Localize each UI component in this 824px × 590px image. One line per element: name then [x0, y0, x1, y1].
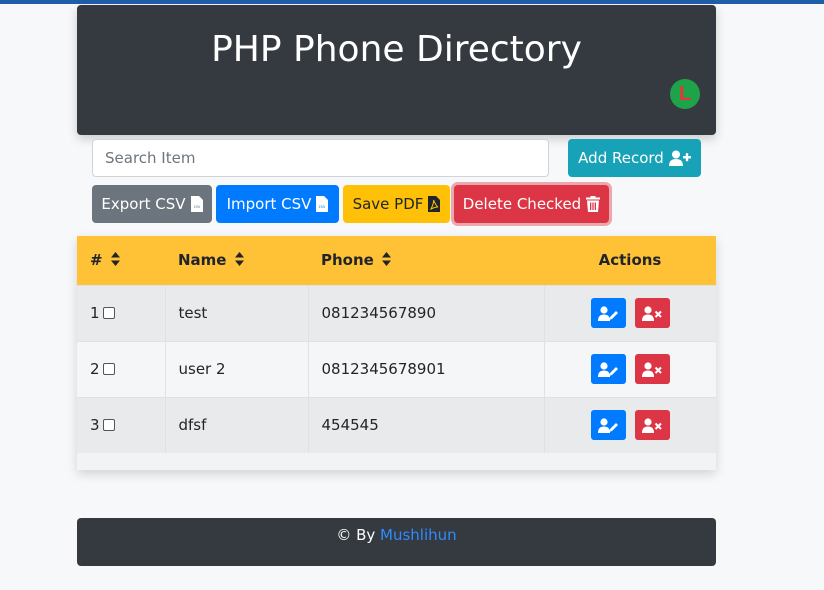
row-actions: [544, 340, 716, 397]
export-csv-button[interactable]: Export CSV csv: [92, 185, 212, 223]
edit-record-button[interactable]: [590, 354, 626, 384]
sort-icon: [234, 252, 244, 267]
csv-file-icon: csv: [190, 196, 203, 212]
row-name: user 2: [165, 340, 309, 397]
sort-icon: [382, 252, 392, 267]
user-edit-icon: [598, 305, 619, 321]
delete-record-button[interactable]: [634, 298, 670, 328]
row-checkbox[interactable]: [102, 363, 115, 375]
table-row: 3 dfsf 454545: [77, 396, 716, 453]
trash-icon: [586, 196, 601, 212]
row-checkbox[interactable]: [102, 419, 115, 432]
page-title: PHP Phone Directory: [211, 29, 582, 70]
import-csv-button[interactable]: Import CSV csv: [216, 185, 339, 223]
table-row: 1 test 081234567890: [77, 284, 716, 341]
row-checkbox[interactable]: [102, 307, 115, 319]
svg-text:csv: csv: [193, 204, 200, 209]
delete-record-button[interactable]: [634, 354, 670, 384]
row-num-cell: 3: [77, 396, 166, 453]
add-record-button[interactable]: Add Record: [568, 139, 701, 177]
edit-record-button[interactable]: [590, 298, 626, 328]
add-record-label: Add Record: [578, 149, 664, 167]
row-phone: 081234567890: [308, 284, 545, 341]
row-num-cell: 1: [77, 284, 166, 341]
row-actions: [544, 284, 716, 341]
user-edit-icon: [598, 361, 619, 377]
row-num: 2: [90, 360, 100, 378]
pdf-file-icon: [428, 196, 441, 212]
search-input[interactable]: [92, 139, 549, 177]
row-name: test: [165, 284, 309, 341]
col-actions-header: Actions: [598, 251, 662, 270]
logo-letter: L: [678, 82, 692, 105]
user-plus-icon: [668, 150, 691, 166]
delete-checked-button[interactable]: Delete Checked: [454, 185, 609, 223]
import-csv-label: Import CSV: [226, 195, 312, 213]
save-pdf-label: Save PDF: [352, 195, 424, 213]
row-num: 1: [90, 304, 100, 322]
user-remove-icon: [642, 418, 662, 433]
row-num-cell: 2: [77, 340, 166, 397]
user-edit-icon: [598, 418, 619, 433]
footer: © By Mushlihun: [77, 518, 716, 566]
row-num: 3: [90, 416, 100, 435]
user-remove-icon: [642, 361, 662, 377]
svg-text:csv: csv: [319, 204, 326, 209]
col-phone-label: Phone: [321, 251, 374, 270]
top-accent-bar: [0, 0, 824, 4]
footer-prefix: © By: [336, 526, 381, 544]
directory-table-card: # Name Phone Actions 1 test 081234567890: [77, 236, 716, 470]
user-remove-icon: [642, 305, 662, 321]
col-num-header[interactable]: #: [77, 236, 165, 285]
col-name-label: Name: [178, 251, 227, 270]
row-name: dfsf: [165, 396, 309, 453]
edit-record-button[interactable]: [590, 410, 626, 441]
csv-file-icon: csv: [316, 196, 329, 212]
table-row: 2 user 2 0812345678901: [77, 340, 716, 397]
col-num-label: #: [90, 251, 103, 270]
delete-record-button[interactable]: [634, 410, 670, 441]
author-link[interactable]: Mushlihun: [380, 526, 457, 544]
header-banner: PHP Phone Directory L: [77, 5, 716, 135]
col-name-header[interactable]: Name: [165, 236, 308, 285]
sort-icon: [110, 252, 120, 267]
directory-table: # Name Phone Actions 1 test 081234567890: [77, 236, 716, 453]
row-phone: 0812345678901: [308, 340, 545, 397]
row-phone: 454545: [308, 396, 545, 453]
delete-checked-label: Delete Checked: [462, 195, 582, 213]
row-actions: [544, 396, 716, 453]
col-phone-header[interactable]: Phone: [308, 236, 544, 285]
export-csv-label: Export CSV: [101, 195, 186, 213]
logo-badge: L: [670, 79, 700, 109]
save-pdf-button[interactable]: Save PDF: [343, 185, 450, 223]
table-header-row: # Name Phone Actions: [77, 236, 716, 285]
